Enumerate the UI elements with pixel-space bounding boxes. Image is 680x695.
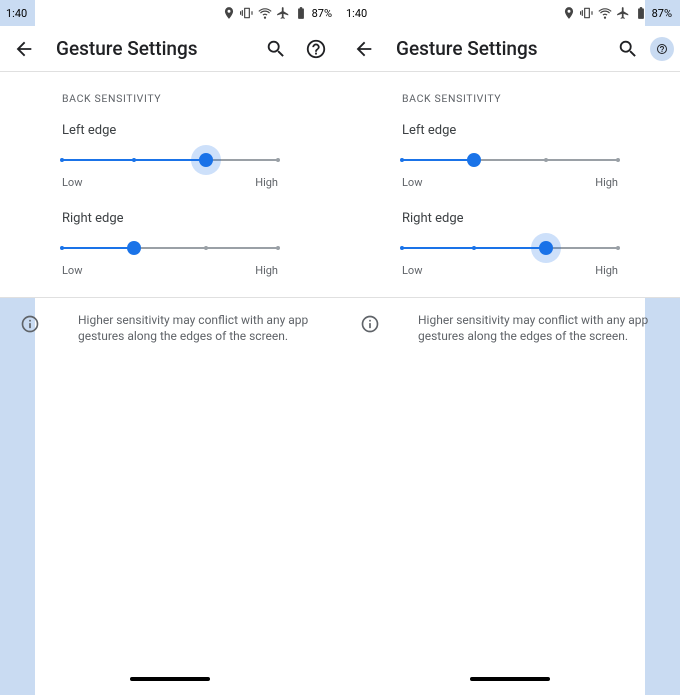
left-edge-label: Left edge bbox=[402, 123, 618, 138]
right-edge-high-label: High bbox=[595, 264, 618, 277]
appbar: Gesture Settings bbox=[0, 26, 340, 72]
right-edge-slider-block: Right edge Low High bbox=[0, 203, 340, 277]
wifi-icon bbox=[258, 6, 272, 20]
status-time: 1:40 bbox=[346, 7, 367, 20]
help-button[interactable] bbox=[650, 37, 674, 61]
vibrate-icon bbox=[580, 6, 594, 20]
right-edge-slider[interactable] bbox=[402, 236, 618, 260]
right-edge-slider-block: Right edge Low High bbox=[340, 203, 680, 277]
statusbar: 1:40 87% bbox=[0, 0, 340, 26]
page-title: Gesture Settings bbox=[56, 37, 198, 60]
help-button[interactable] bbox=[304, 37, 328, 61]
phone-screen-1: 1:4087%Gesture SettingsBACK SENSITIVITYL… bbox=[0, 0, 340, 695]
left-edge-label: Left edge bbox=[62, 123, 278, 138]
info-text: Higher sensitivity may conflict with any… bbox=[78, 312, 322, 344]
nav-pill[interactable] bbox=[470, 677, 550, 681]
left-edge-slider-block: Left edge Low High bbox=[340, 115, 680, 189]
battery-text: 87% bbox=[312, 7, 332, 20]
back-button[interactable] bbox=[352, 37, 376, 61]
info-icon bbox=[18, 312, 42, 336]
right-edge-low-label: Low bbox=[62, 264, 82, 277]
back-button[interactable] bbox=[12, 37, 36, 61]
airplane-icon bbox=[276, 6, 290, 20]
left-edge-low-label: Low bbox=[62, 176, 82, 189]
search-button[interactable] bbox=[264, 37, 288, 61]
appbar: Gesture Settings bbox=[340, 26, 680, 72]
settings-panel: BACK SENSITIVITYLeft edgeLowHighRight ed… bbox=[0, 72, 340, 298]
section-header: BACK SENSITIVITY bbox=[340, 72, 680, 115]
vibrate-icon bbox=[240, 6, 254, 20]
info-text: Higher sensitivity may conflict with any… bbox=[418, 312, 662, 344]
status-time: 1:40 bbox=[6, 7, 27, 20]
left-edge-slider[interactable] bbox=[402, 148, 618, 172]
section-header: BACK SENSITIVITY bbox=[0, 72, 340, 115]
nav-pill[interactable] bbox=[130, 677, 210, 681]
statusbar: 1:40 87% bbox=[340, 0, 680, 26]
right-edge-label: Right edge bbox=[402, 211, 618, 226]
phone-screen-2: 1:4087%Gesture SettingsBACK SENSITIVITYL… bbox=[340, 0, 680, 695]
wifi-icon bbox=[598, 6, 612, 20]
right-edge-slider[interactable] bbox=[62, 236, 278, 260]
page-title: Gesture Settings bbox=[396, 37, 538, 60]
info-icon bbox=[358, 312, 382, 336]
left-edge-low-label: Low bbox=[402, 176, 422, 189]
left-edge-high-label: High bbox=[255, 176, 278, 189]
left-edge-high-label: High bbox=[595, 176, 618, 189]
info-row: Higher sensitivity may conflict with any… bbox=[340, 298, 680, 344]
left-edge-slider[interactable] bbox=[62, 148, 278, 172]
left-edge-slider-block: Left edge Low High bbox=[0, 115, 340, 189]
search-button[interactable] bbox=[616, 37, 640, 61]
battery-text: 87% bbox=[652, 7, 672, 20]
battery-icon bbox=[294, 6, 308, 20]
airplane-icon bbox=[616, 6, 630, 20]
right-edge-low-label: Low bbox=[402, 264, 422, 277]
location-icon bbox=[222, 6, 236, 20]
info-row: Higher sensitivity may conflict with any… bbox=[0, 298, 340, 344]
right-edge-high-label: High bbox=[255, 264, 278, 277]
battery-icon bbox=[634, 6, 648, 20]
settings-panel: BACK SENSITIVITYLeft edgeLowHighRight ed… bbox=[340, 72, 680, 298]
right-edge-label: Right edge bbox=[62, 211, 278, 226]
location-icon bbox=[562, 6, 576, 20]
